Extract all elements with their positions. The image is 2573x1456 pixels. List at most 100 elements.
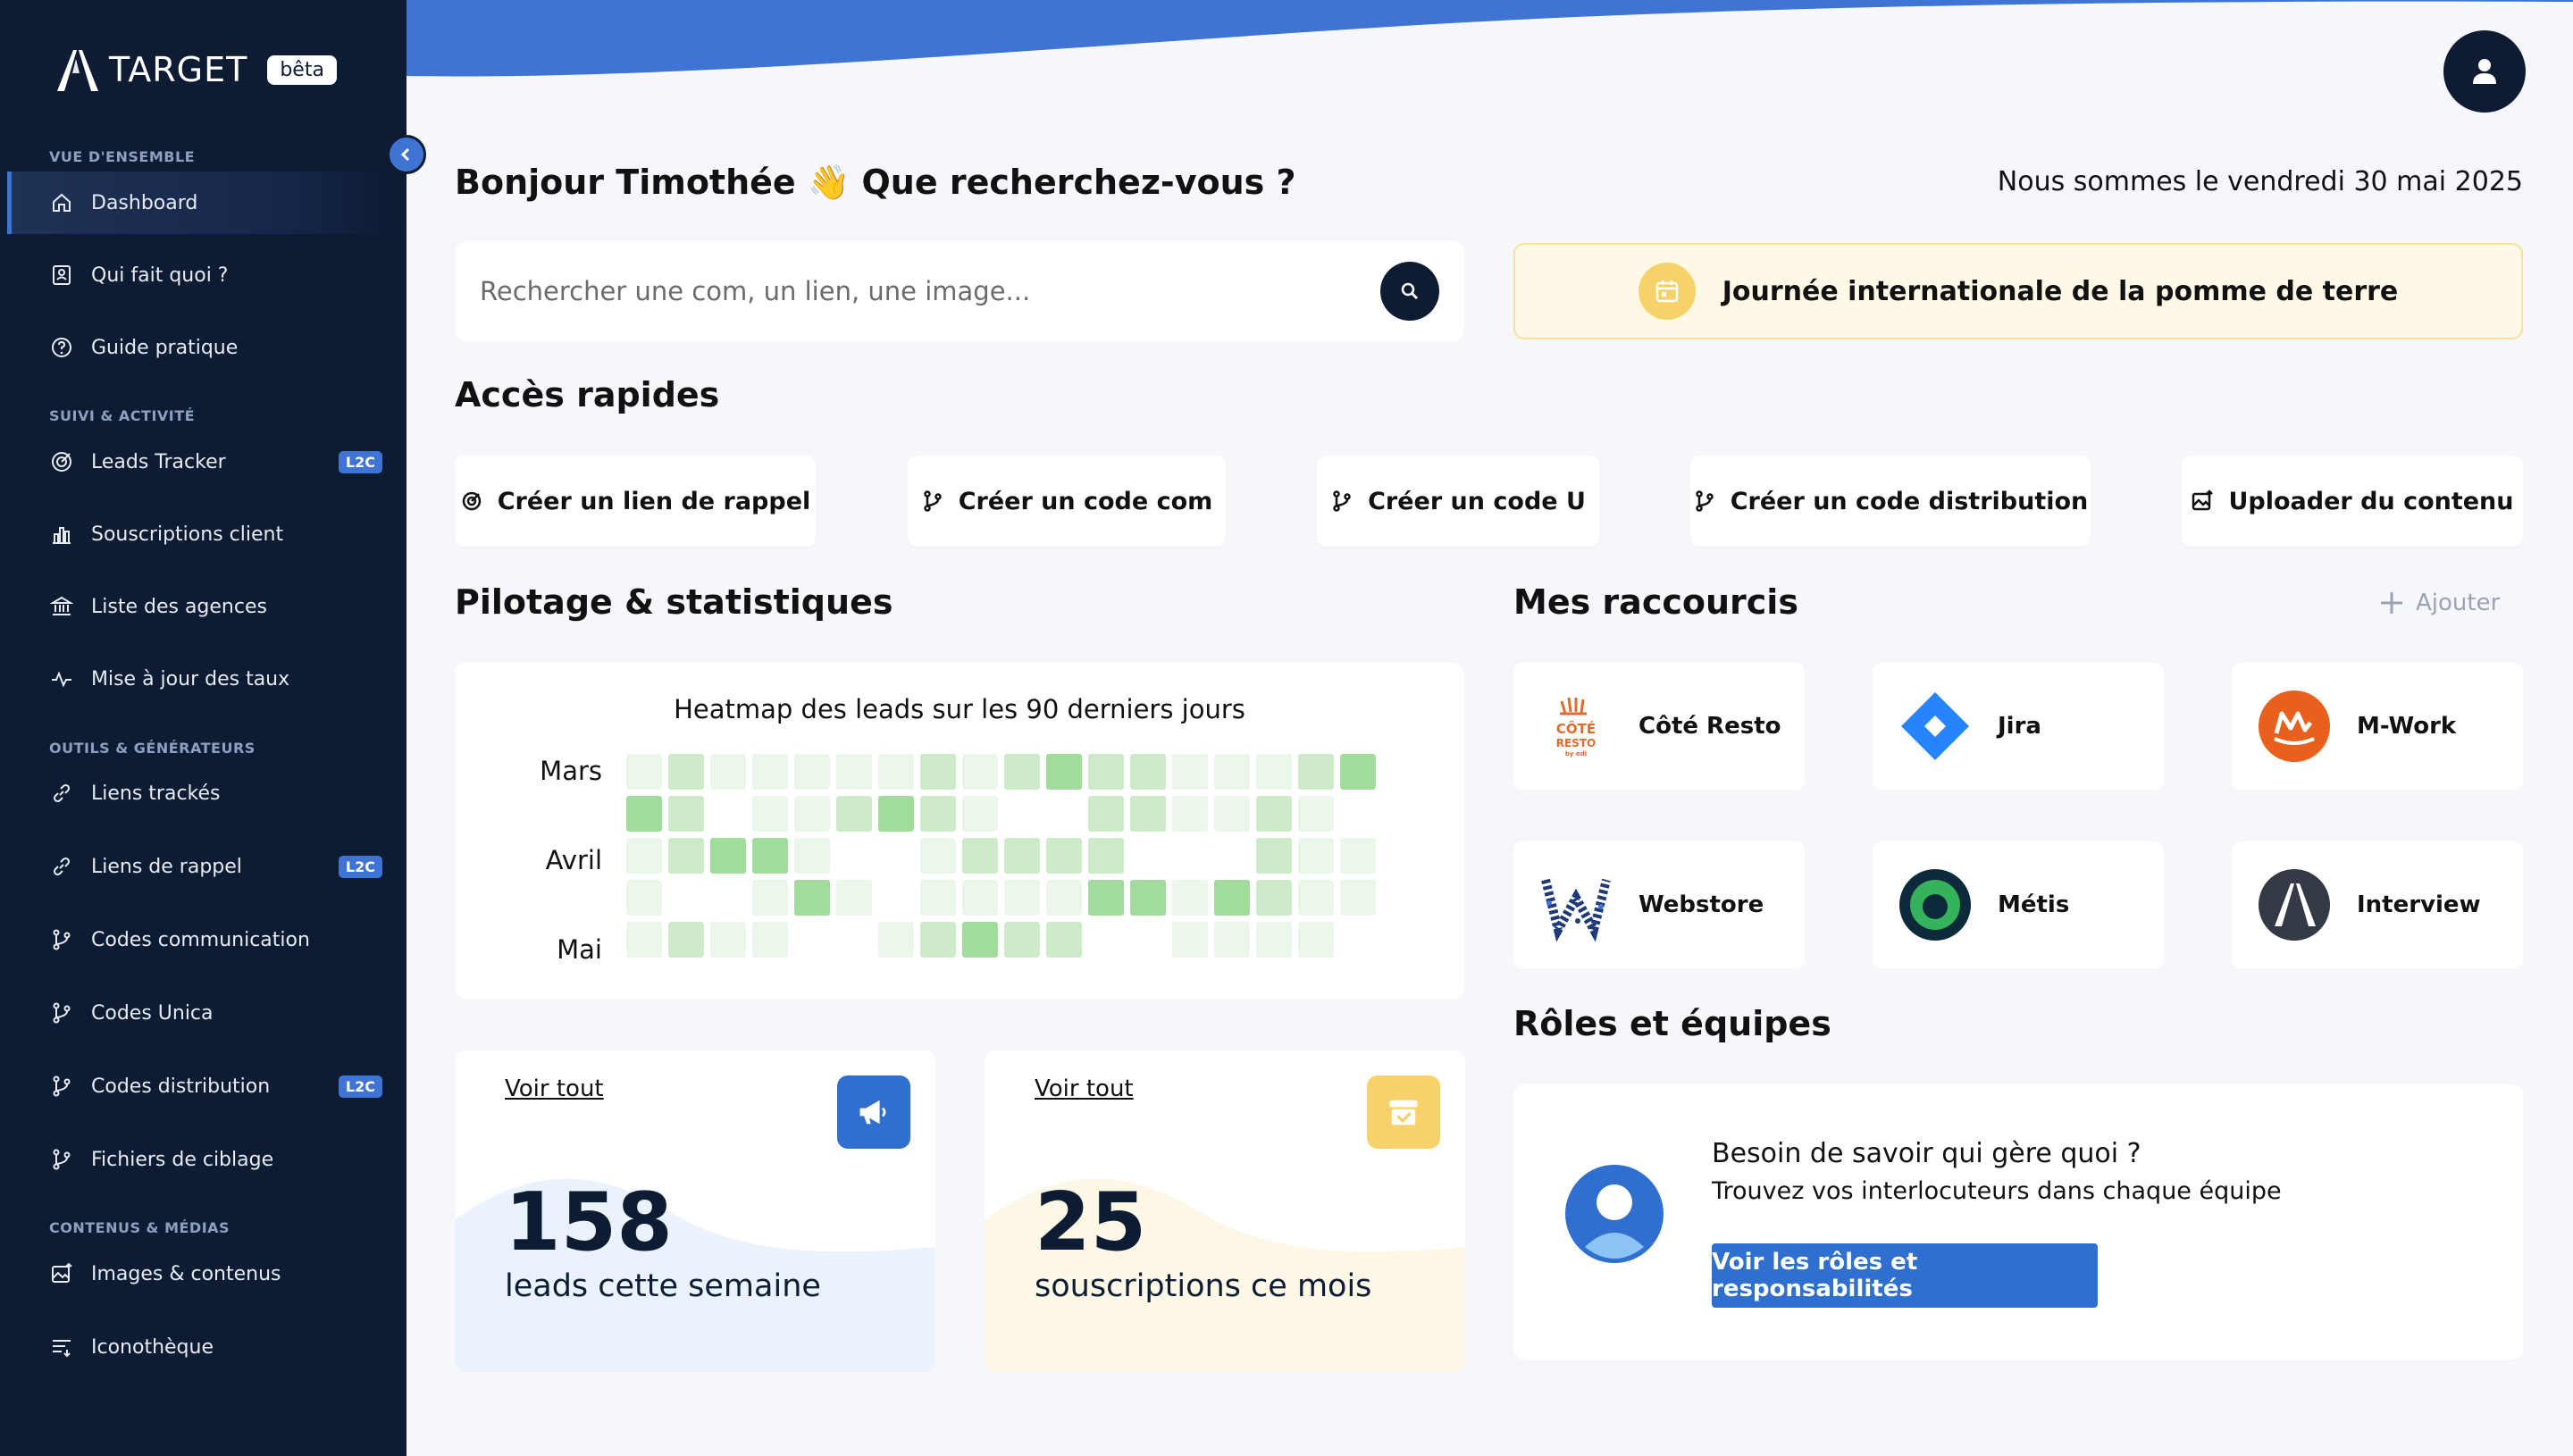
heatmap-cell (1088, 880, 1124, 916)
sidebar-item-label: Qui fait quoi ? (91, 264, 229, 287)
heatmap-cell (1298, 838, 1334, 874)
shortcut-jira[interactable]: Jira (1873, 663, 2164, 790)
shortcut-m-work[interactable]: M-Work (2232, 663, 2523, 790)
heatmap-cell (752, 754, 788, 790)
heatmap-cell (878, 796, 914, 832)
heatmap-cell (1256, 880, 1292, 916)
header-wave (406, 0, 2573, 77)
target-logo-icon (57, 50, 98, 91)
sidebar-item-who[interactable]: Qui fait quoi ? (7, 244, 400, 306)
jira-logo-icon (1898, 689, 1973, 764)
git-branch-icon (50, 1148, 73, 1171)
quick-create-reminder-link-button[interactable]: Créer un lien de rappel (455, 456, 816, 547)
see-all-leads-link[interactable]: Voir tout (505, 1075, 604, 1102)
shortcut-cote-resto[interactable]: CÔTÉ RESTO by edi Côté Resto (1513, 663, 1805, 790)
link-icon (50, 782, 73, 805)
webstore-logo-icon (1538, 867, 1613, 942)
heatmap-cell (920, 838, 956, 874)
heatmap-cell (1298, 754, 1334, 790)
heatmap-cell (962, 796, 998, 832)
shortcut-webstore[interactable]: Webstore (1513, 841, 1805, 968)
sidebar-item-images[interactable]: Images & contenus (7, 1243, 400, 1305)
view-roles-button[interactable]: Voir les rôles et responsabilités (1712, 1243, 2098, 1308)
heatmap-cell (1340, 880, 1376, 916)
quick-create-code-u-button[interactable]: Créer un code U (1317, 456, 1599, 547)
greeting-heading: Bonjour Timothée 👋 Que recherchez-vous ? (455, 163, 1296, 203)
heatmap-cell (1340, 754, 1376, 790)
sidebar-item-label: Fichiers de ciblage (91, 1148, 274, 1171)
heatmap-cell (1088, 754, 1124, 790)
shortcut-label: Interview (2357, 891, 2481, 918)
home-icon (50, 191, 73, 214)
heatmap-cell (962, 754, 998, 790)
sidebar-item-iconotheque[interactable]: Iconothèque (7, 1316, 400, 1378)
wave-emoji: 👋 (807, 163, 851, 202)
sidebar-item-leads-tracker[interactable]: Leads Tracker L2C (7, 431, 400, 493)
heatmap-cell (836, 880, 872, 916)
heatmap-cell (878, 880, 914, 916)
metis-logo-icon (1898, 867, 1973, 942)
heatmap-month-label: Mars (540, 756, 602, 786)
heatmap-cell (626, 880, 662, 916)
sidebar-item-dashboard[interactable]: Dashboard (7, 172, 400, 234)
heatmap-cell (794, 838, 830, 874)
shortcut-interview[interactable]: Interview (2232, 841, 2523, 968)
user-account-button[interactable] (2443, 30, 2526, 113)
add-shortcut-button[interactable]: Ajouter (2378, 590, 2500, 616)
heatmap-cell (1214, 922, 1250, 958)
sidebar-item-label: Liens de rappel (91, 855, 242, 878)
heatmap-cell (752, 880, 788, 916)
quick-create-code-com-button[interactable]: Créer un code com (908, 456, 1226, 547)
sidebar-item-codes-unica[interactable]: Codes Unica (7, 982, 400, 1044)
sidebar-item-codes-com[interactable]: Codes communication (7, 908, 400, 971)
quick-label: Créer un code com (958, 487, 1213, 515)
heatmap-cell (1340, 838, 1376, 874)
collapse-sidebar-button[interactable] (387, 135, 426, 174)
sidebar-item-codes-distribution[interactable]: Codes distribution L2C (7, 1055, 400, 1117)
image-upload-icon (2191, 490, 2214, 513)
see-all-subscriptions-link[interactable]: Voir tout (1035, 1075, 1134, 1102)
l2c-badge: L2C (338, 855, 382, 878)
heatmap-cell (1130, 754, 1166, 790)
heatmap-cell (710, 880, 746, 916)
heatmap-cell (1046, 838, 1082, 874)
archive-check-icon (1367, 1075, 1440, 1149)
logo-text: TARGET (109, 50, 248, 89)
sidebar-item-tracked-links[interactable]: Liens trackés (7, 762, 400, 824)
app-logo[interactable]: TARGET bêta (54, 46, 337, 93)
search-input[interactable] (480, 276, 1380, 306)
roles-title: Rôles et équipes (1513, 1004, 1831, 1043)
heatmap-cell (794, 754, 830, 790)
event-of-the-day-banner[interactable]: Journée internationale de la pomme de te… (1513, 243, 2523, 339)
sidebar-item-agencies[interactable]: Liste des agences (7, 575, 400, 638)
section-overview: VUE D'ENSEMBLE (49, 148, 196, 165)
current-date: Nous sommes le vendredi 30 mai 2025 (1997, 166, 2523, 197)
sidebar-item-subscriptions[interactable]: Souscriptions client (7, 503, 400, 565)
bar-chart-icon (50, 523, 73, 546)
heatmap-cell (1130, 796, 1166, 832)
heatmap-cell (920, 922, 956, 958)
search-button[interactable] (1380, 262, 1439, 321)
quick-upload-content-button[interactable]: Uploader du contenu (2182, 456, 2523, 547)
quick-create-code-distribution-button[interactable]: Créer un code distribution (1690, 456, 2091, 547)
shortcut-metis[interactable]: Métis (1873, 841, 2164, 968)
heatmap-cell (1004, 922, 1040, 958)
leads-heatmap-card: Heatmap des leads sur les 90 derniers jo… (455, 663, 1464, 999)
quick-label: Créer un code distribution (1730, 487, 2089, 515)
heatmap-cell (1046, 880, 1082, 916)
sidebar-item-label: Codes Unica (91, 1001, 214, 1025)
sidebar-item-rates[interactable]: Mise à jour des taux (7, 648, 400, 710)
subscriptions-count: 25 (1035, 1176, 1147, 1269)
sidebar-item-reminder-links[interactable]: Liens de rappel L2C (7, 835, 400, 898)
target-icon (50, 450, 73, 473)
sidebar-item-guide[interactable]: Guide pratique (7, 316, 400, 379)
heatmap-cell (878, 922, 914, 958)
sidebar-item-label: Codes distribution (91, 1075, 271, 1098)
heatmap-cell (668, 796, 704, 832)
shortcut-label: Côté Resto (1639, 713, 1781, 740)
heatmap-cell (1256, 838, 1292, 874)
link-icon (50, 855, 73, 878)
sidebar-item-targeting-files[interactable]: Fichiers de ciblage (7, 1128, 400, 1191)
section-content: CONTENUS & MÉDIAS (49, 1219, 230, 1236)
cote-resto-logo: CÔTÉ RESTO by edi (1538, 689, 1613, 764)
